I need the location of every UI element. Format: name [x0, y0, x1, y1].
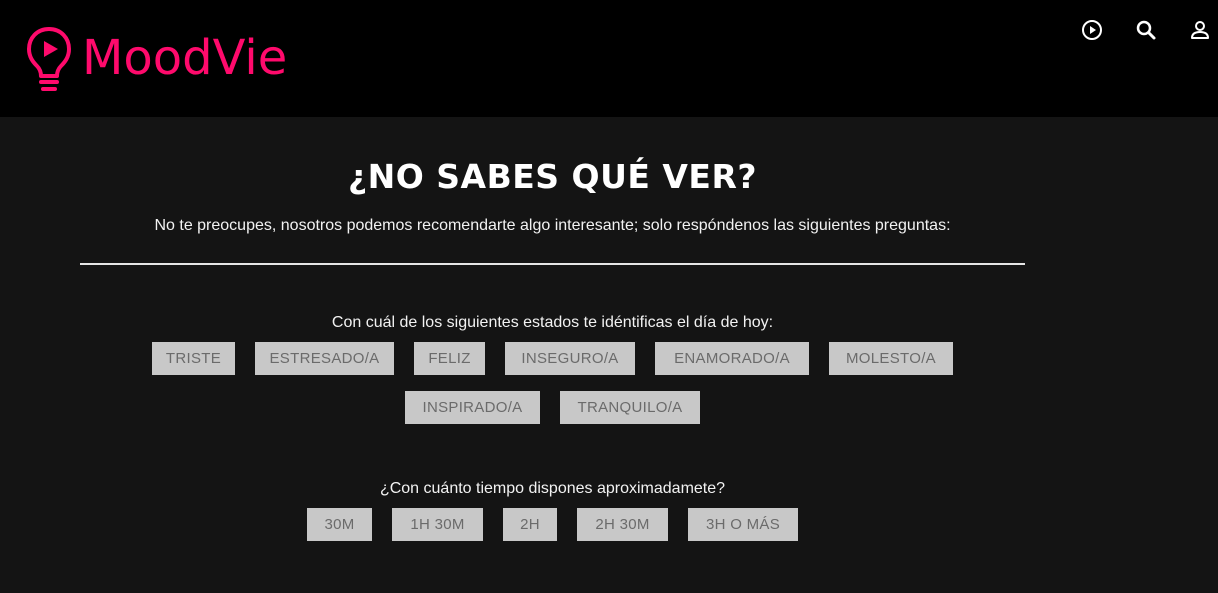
mood-option-feliz[interactable]: FELIZ [414, 342, 485, 375]
time-option-3h-plus[interactable]: 3H O MÁS [688, 508, 798, 541]
time-option-30m[interactable]: 30M [307, 508, 372, 541]
mood-question: Con cuál de los siguientes estados te id… [331, 314, 774, 331]
search-icon[interactable] [1134, 18, 1158, 42]
page-subtitle: No te preocupes, nosotros podemos recome… [154, 217, 951, 234]
time-option-1h30m[interactable]: 1H 30M [392, 508, 483, 541]
time-option-2h[interactable]: 2H [503, 508, 557, 541]
mood-option-inseguro[interactable]: INSEGURO/A [505, 342, 635, 375]
lightbulb-play-icon [27, 27, 71, 91]
mood-option-enamorado[interactable]: ENAMORADO/A [655, 342, 809, 375]
mood-option-tranquilo[interactable]: TRANQUILO/A [560, 391, 700, 424]
user-icon[interactable] [1188, 18, 1212, 42]
page-title: ¿NO SABES QUÉ VER? [347, 157, 758, 196]
time-option-2h30m[interactable]: 2H 30M [577, 508, 668, 541]
mood-option-triste[interactable]: TRISTE [152, 342, 235, 375]
divider [80, 263, 1025, 265]
main-content: ¿NO SABES QUÉ VER? No te preocupes, noso… [0, 117, 1218, 593]
mood-option-estresado[interactable]: ESTRESADO/A [255, 342, 394, 375]
brand-name: MoodVie [82, 30, 288, 86]
mood-option-inspirado[interactable]: INSPIRADO/A [405, 391, 540, 424]
mood-option-molesto[interactable]: MOLESTO/A [829, 342, 953, 375]
play-circle-icon[interactable] [1080, 18, 1104, 42]
top-header: MoodVie [0, 0, 1218, 117]
brand-logo[interactable]: MoodVie [26, 26, 287, 94]
time-question: ¿Con cuánto tiempo dispones aproximadame… [379, 480, 726, 497]
